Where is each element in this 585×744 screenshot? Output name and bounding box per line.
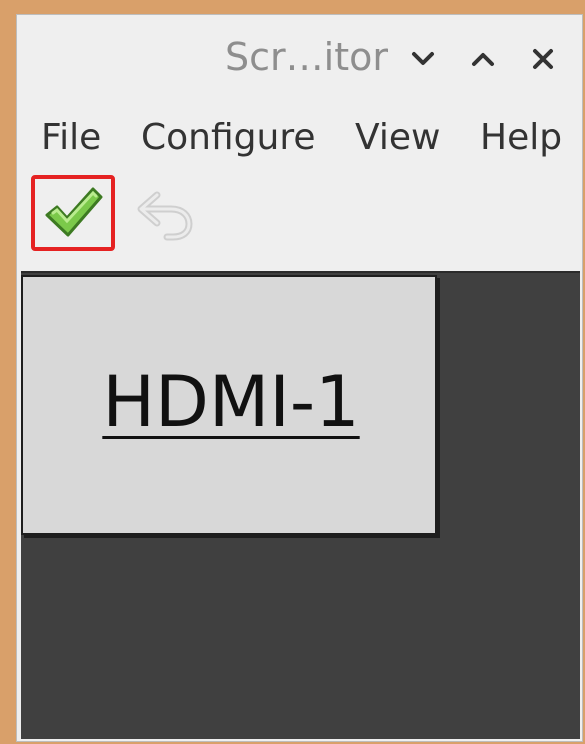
close-icon bbox=[533, 49, 553, 69]
monitor-hdmi-1[interactable]: HDMI-1 bbox=[21, 275, 437, 535]
close-button[interactable] bbox=[525, 41, 561, 77]
menu-file[interactable]: File bbox=[41, 109, 101, 167]
title-bar[interactable]: Scr…itor bbox=[17, 15, 582, 103]
menu-bar: File Configure View Help bbox=[17, 109, 582, 167]
apply-button[interactable] bbox=[31, 175, 115, 251]
window-title: Scr…itor bbox=[225, 35, 388, 79]
chevron-down-icon bbox=[412, 52, 434, 65]
minimize-button[interactable] bbox=[405, 41, 441, 77]
menu-configure[interactable]: Configure bbox=[141, 109, 315, 167]
toolbar bbox=[17, 171, 582, 267]
screen-configuration-window: Scr…itor File Configure View Help HDMI-1 bbox=[16, 14, 583, 742]
undo-icon bbox=[137, 191, 193, 241]
maximize-button[interactable] bbox=[465, 41, 501, 77]
menu-help[interactable]: Help bbox=[480, 109, 562, 167]
chevron-up-icon bbox=[472, 53, 494, 66]
menu-view[interactable]: View bbox=[355, 109, 440, 167]
undo-button[interactable] bbox=[135, 189, 195, 241]
monitor-label: HDMI-1 bbox=[102, 361, 360, 443]
checkmark-icon bbox=[45, 187, 103, 237]
layout-canvas[interactable]: HDMI-1 bbox=[21, 271, 580, 739]
